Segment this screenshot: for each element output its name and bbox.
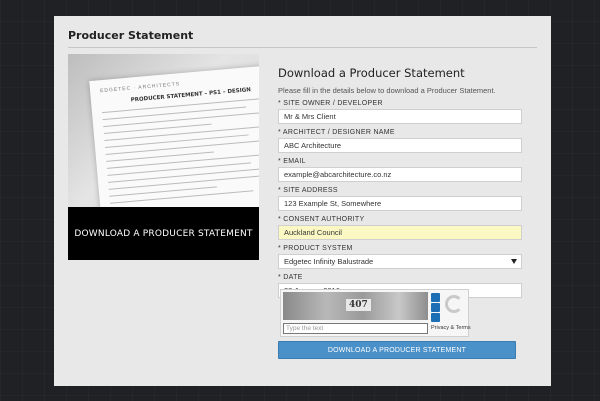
email-label: * EMAIL (278, 158, 306, 165)
captcha-image: 407 (283, 292, 428, 320)
audio-icon[interactable] (431, 303, 440, 312)
architect-label: * ARCHITECT / DESIGNER NAME (278, 129, 395, 136)
site-address-label: * SITE ADDRESS (278, 187, 338, 194)
refresh-icon[interactable] (431, 293, 440, 302)
consent-authority-label: * CONSENT AUTHORITY (278, 216, 365, 223)
form-intro: Please fill in the details below to down… (278, 86, 496, 95)
site-owner-input[interactable]: Mr & Mrs Client (278, 109, 522, 124)
date-label: * DATE (278, 274, 303, 281)
field-site-address: * SITE ADDRESS 123 Example St, Somewhere (278, 187, 526, 211)
field-product-system: * PRODUCT SYSTEM Edgetec Infinity Balust… (278, 245, 526, 269)
field-consent-authority: * CONSENT AUTHORITY Auckland Council (278, 216, 526, 240)
product-system-select[interactable]: Edgetec Infinity Balustrade (278, 254, 522, 269)
product-system-value: Edgetec Infinity Balustrade (284, 257, 374, 266)
captcha-input[interactable]: Type the text (283, 323, 428, 334)
product-system-label: * PRODUCT SYSTEM (278, 245, 353, 252)
producer-statement-panel: Producer Statement EDGETEC · ARCHITECTS … (54, 16, 551, 386)
recaptcha-logo-icon (445, 295, 463, 313)
privacy-terms-link[interactable]: Privacy & Terms (431, 325, 471, 331)
download-statement-button[interactable]: DOWNLOAD A PRODUCER STATEMENT (278, 341, 516, 359)
panel-title: Producer Statement (68, 29, 194, 42)
site-owner-label: * SITE OWNER / DEVELOPER (278, 100, 383, 107)
captcha-code: 407 (346, 299, 371, 311)
form-heading: Download a Producer Statement (278, 66, 465, 80)
field-architect: * ARCHITECT / DESIGNER NAME ABC Architec… (278, 129, 526, 153)
recaptcha-widget: 407 Type the text Privacy & Terms (280, 289, 471, 337)
field-email: * EMAIL example@abcarchitecture.co.nz (278, 158, 526, 182)
title-divider (68, 47, 537, 48)
producer-statement-preview[interactable]: EDGETEC · ARCHITECTS PRODUCER STATEMENT … (68, 54, 259, 260)
download-statement-label: DOWNLOAD A PRODUCER STATEMENT (327, 346, 467, 354)
download-banner-label: DOWNLOAD A PRODUCER STATEMENT (74, 228, 253, 239)
producer-statement-form: Download a Producer Statement Please fil… (278, 66, 526, 298)
architect-input[interactable]: ABC Architecture (278, 138, 522, 153)
download-banner[interactable]: DOWNLOAD A PRODUCER STATEMENT (68, 207, 259, 260)
consent-authority-input[interactable]: Auckland Council (278, 225, 522, 240)
email-input[interactable]: example@abcarchitecture.co.nz (278, 167, 522, 182)
field-site-owner: * SITE OWNER / DEVELOPER Mr & Mrs Client (278, 100, 526, 124)
site-address-input[interactable]: 123 Example St, Somewhere (278, 196, 522, 211)
help-icon[interactable] (431, 313, 440, 322)
chevron-down-icon (511, 259, 517, 264)
